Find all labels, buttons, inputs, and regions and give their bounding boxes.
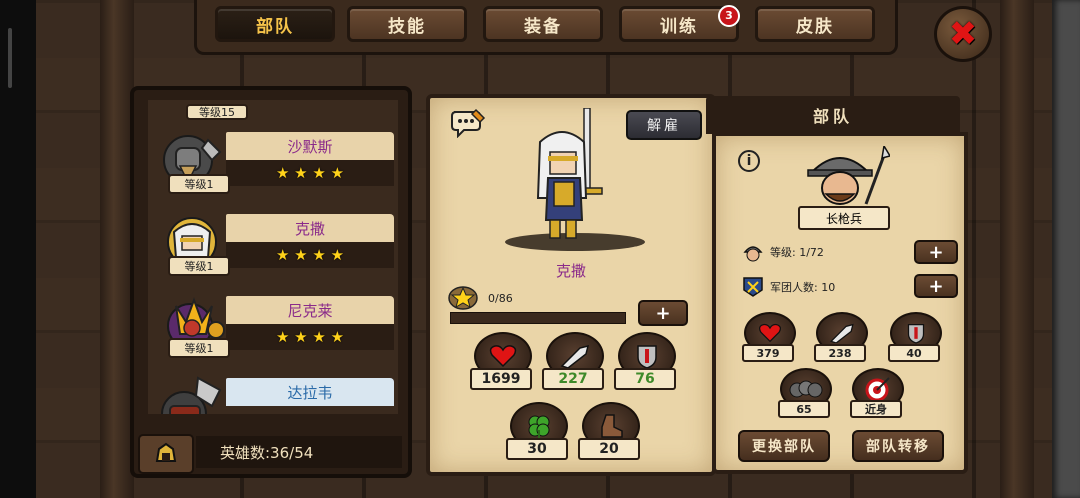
heart-icon — [759, 323, 781, 343]
sword-icon — [830, 323, 854, 343]
hero-speed-stat: 20 — [578, 402, 640, 462]
troop-legion-plus-button[interactable]: + — [914, 274, 958, 298]
hero-level-tag: 等级1 — [168, 256, 230, 276]
stat-value: 76 — [614, 368, 676, 390]
add-xp-button[interactable]: + — [638, 300, 688, 326]
stat-value: 20 — [578, 438, 640, 460]
hero-portrait — [505, 108, 645, 251]
spearman-portrait — [807, 146, 890, 205]
shield-icon — [637, 345, 657, 369]
hero-list-item[interactable]: 达拉韦 — [148, 372, 398, 414]
stat-value: 238 — [814, 344, 866, 362]
troop-level-plus-button[interactable]: + — [914, 240, 958, 264]
change-troop-button[interactable]: 更换部队 — [738, 430, 830, 462]
notification-badge: 3 — [718, 5, 740, 27]
troop-legion-text: 军团人数: 10 — [770, 281, 836, 294]
soldier-icon — [743, 246, 763, 262]
tab-bar: 部队 技能 装备 训练 3 皮肤 — [194, 0, 898, 55]
phone-edge — [0, 0, 36, 498]
stat-value: 30 — [506, 438, 568, 460]
hero-list[interactable]: 等级15 沙默斯 ★ ★ ★ ★ 等级1 克撒 ★ ★ ★ ★ 等级1 尼克莱 … — [148, 100, 398, 414]
info-icon[interactable]: i — [738, 150, 760, 172]
troop-header: 部队 — [706, 96, 960, 134]
stat-value: 379 — [742, 344, 794, 362]
troop-panel: i 长枪兵 等级: 1/72 + 军团人数: 10 + 379 238 40 6… — [712, 132, 968, 474]
hero-name: 尼克莱 — [226, 296, 394, 324]
target-icon — [865, 377, 890, 402]
frame-post-left — [100, 0, 134, 498]
troop-range-stat: 近身 — [848, 368, 904, 422]
hero-count-bar: 英雄数:36/54 — [138, 434, 404, 474]
hero-level-tag: 等级1 — [168, 174, 230, 194]
stat-value: 近身 — [850, 400, 902, 418]
tab-equipment[interactable]: 装备 — [483, 6, 603, 42]
clover-icon — [528, 415, 550, 440]
tab-skins[interactable]: 皮肤 — [755, 6, 875, 42]
troop-level-text: 等级: 1/72 — [770, 246, 824, 259]
stat-value: 40 — [888, 344, 940, 362]
stat-value: 227 — [542, 368, 604, 390]
xp-progress-bar — [450, 312, 626, 324]
hero-stars: ★ ★ ★ ★ — [226, 242, 394, 268]
soldiers-icon — [789, 380, 823, 398]
tab-training[interactable]: 训练 3 — [619, 5, 740, 42]
troop-legion-line: 军团人数: 10 — [742, 276, 835, 298]
close-button[interactable]: ✖ — [934, 6, 992, 62]
xp-text: 0/86 — [488, 292, 513, 305]
right-edge — [1052, 0, 1080, 498]
hero-name: 沙默斯 — [226, 132, 394, 160]
hero-stars: ★ ★ ★ ★ — [226, 324, 394, 350]
hero-list-item[interactable]: 克撒 ★ ★ ★ ★ 等级1 — [148, 208, 398, 284]
hero-defense-stat: 76 — [614, 332, 676, 392]
hero-helmet-icon[interactable] — [138, 434, 194, 474]
shield-icon — [907, 324, 925, 344]
chat-edit-icon[interactable] — [450, 108, 486, 138]
hero-count: 英雄数:36/54 — [196, 436, 402, 468]
hero-health-stat: 1699 — [470, 332, 532, 392]
troop-count-stat: 65 — [776, 368, 832, 422]
heart-icon — [489, 345, 517, 368]
hero-name-title: 克撒 — [555, 262, 586, 280]
frame-post-right — [1000, 0, 1034, 498]
unit-name: 长枪兵 — [798, 206, 890, 230]
hero-name: 达拉韦 — [226, 378, 394, 406]
hero-level-tag: 等级15 — [186, 104, 248, 120]
hero-detail-panel: 解雇 克撒 0/86 + 1699 227 76 30 20 — [426, 94, 716, 476]
stat-value: 1699 — [470, 368, 532, 390]
boot-icon — [601, 414, 623, 438]
close-icon: ✖ — [948, 14, 978, 54]
legion-banner-icon — [743, 277, 763, 297]
troop-attack-stat: 238 — [812, 312, 868, 366]
hero-name: 克撒 — [226, 214, 394, 242]
troop-defense-stat: 40 — [886, 312, 942, 366]
stat-value: 65 — [778, 400, 830, 418]
troop-health-stat: 379 — [740, 312, 796, 366]
hero-list-item[interactable]: 沙默斯 ★ ★ ★ ★ 等级1 — [148, 126, 398, 202]
tab-skills[interactable]: 技能 — [347, 6, 467, 42]
troop-level-line: 等级: 1/72 — [742, 242, 824, 262]
hero-list-panel: 等级15 沙默斯 ★ ★ ★ ★ 等级1 克撒 ★ ★ ★ ★ 等级1 尼克莱 … — [130, 86, 412, 478]
star-medal-icon — [448, 286, 478, 310]
hero-level-tag: 等级1 — [168, 338, 230, 358]
transfer-troop-button[interactable]: 部队转移 — [852, 430, 944, 462]
axe-warrior-avatar — [161, 376, 222, 414]
hero-luck-stat: 30 — [506, 402, 568, 462]
hero-list-item[interactable]: 尼克莱 ★ ★ ★ ★ 等级1 — [148, 290, 398, 366]
hero-stars: ★ ★ ★ ★ — [226, 160, 394, 186]
sword-icon — [560, 344, 590, 368]
tab-troops[interactable]: 部队 — [215, 6, 335, 42]
hero-attack-stat: 227 — [542, 332, 604, 392]
